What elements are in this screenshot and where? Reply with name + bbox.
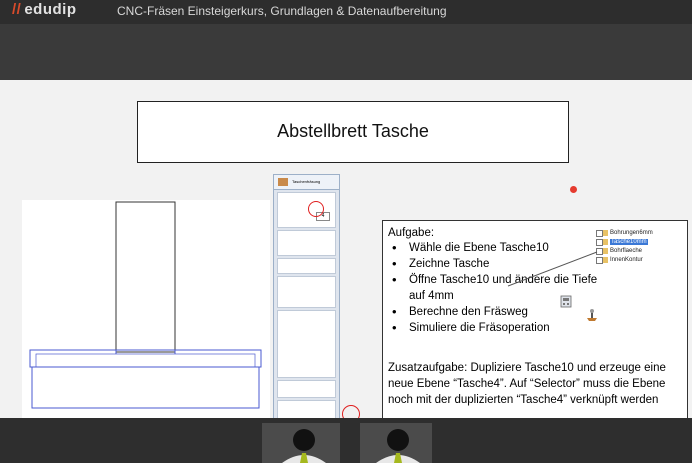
- calculate-toolpath-icon: [560, 295, 572, 308]
- visibility-checkbox[interactable]: [596, 239, 603, 246]
- layer-item[interactable]: InnenKontur: [594, 256, 686, 265]
- extra-task-text: Zusatzaufgabe: Dupliziere Tasche10 und e…: [388, 362, 666, 406]
- header-strip: //edudip CNC-Fräsen Einsteigerkurs, Grun…: [0, 0, 692, 24]
- tool-section[interactable]: [277, 230, 336, 256]
- app-header: //edudip CNC-Fräsen Einsteigerkurs, Grun…: [0, 0, 692, 80]
- task-list: Wähle die Ebene Tasche10 Zeichne Tasche …: [390, 240, 614, 336]
- pocket-style-section[interactable]: [277, 310, 336, 378]
- logo-text: edudip: [24, 1, 77, 18]
- depth-highlight-circle: [308, 201, 324, 217]
- simulate-icon: [585, 308, 599, 322]
- visibility-checkbox[interactable]: [596, 257, 603, 264]
- clearance-tool-section[interactable]: [277, 276, 336, 308]
- ramp-section[interactable]: [277, 380, 336, 398]
- course-title: CNC-Fräsen Einsteigerkurs, Grundlagen & …: [117, 4, 447, 18]
- participant-tile[interactable]: [346, 423, 358, 463]
- slide-title: Abstellbrett Tasche: [277, 121, 429, 141]
- pocket-tool-icon: [278, 178, 288, 186]
- participant-tile[interactable]: [262, 423, 340, 463]
- task-item: Simuliere die Fräsoperation: [390, 320, 614, 336]
- layer-icon: [603, 239, 608, 245]
- task-item: Berechne den Fräsweg: [390, 304, 614, 320]
- shelf-outline-drawing: [29, 201, 262, 409]
- edudip-logo-icon: //: [12, 1, 22, 18]
- panel-header: Taschenfräsung: [274, 175, 339, 190]
- layer-item[interactable]: Bohrflaeche: [594, 247, 686, 256]
- pass-section[interactable]: [277, 258, 336, 274]
- layer-icon: [603, 248, 608, 254]
- task-item: Zeichne Tasche: [390, 256, 614, 272]
- task-item: Öffne Tasche10 und ändere die Tiefe auf …: [390, 272, 614, 304]
- visibility-checkbox[interactable]: [596, 230, 603, 237]
- edudip-logo[interactable]: //edudip: [12, 1, 77, 18]
- participant-tile[interactable]: [360, 423, 432, 463]
- cad-drawing: [22, 200, 270, 418]
- presentation-slide: Abstellbrett Tasche Taschenfräsung 4 Auf…: [0, 80, 692, 463]
- slide-title-box: Abstellbrett Tasche: [137, 101, 569, 163]
- layer-item[interactable]: Bohrungen6mm: [594, 229, 686, 238]
- task-item: Wähle die Ebene Tasche10: [390, 240, 614, 256]
- laser-pointer-dot: [570, 186, 577, 193]
- layer-item-selected[interactable]: Tasche10mm: [594, 238, 686, 247]
- depth-section: 4: [277, 192, 336, 228]
- layer-icon: [603, 230, 608, 236]
- panel-title: Taschenfräsung: [292, 179, 321, 184]
- task-heading: Aufgabe:: [388, 227, 435, 239]
- layer-list: Bohrungen6mm Tasche10mm Bohrflaeche Inne…: [594, 229, 686, 270]
- layer-icon: [603, 257, 608, 263]
- visibility-checkbox[interactable]: [596, 248, 603, 255]
- participant-avatar-icon: [262, 423, 340, 463]
- participant-avatar-icon: [360, 423, 432, 463]
